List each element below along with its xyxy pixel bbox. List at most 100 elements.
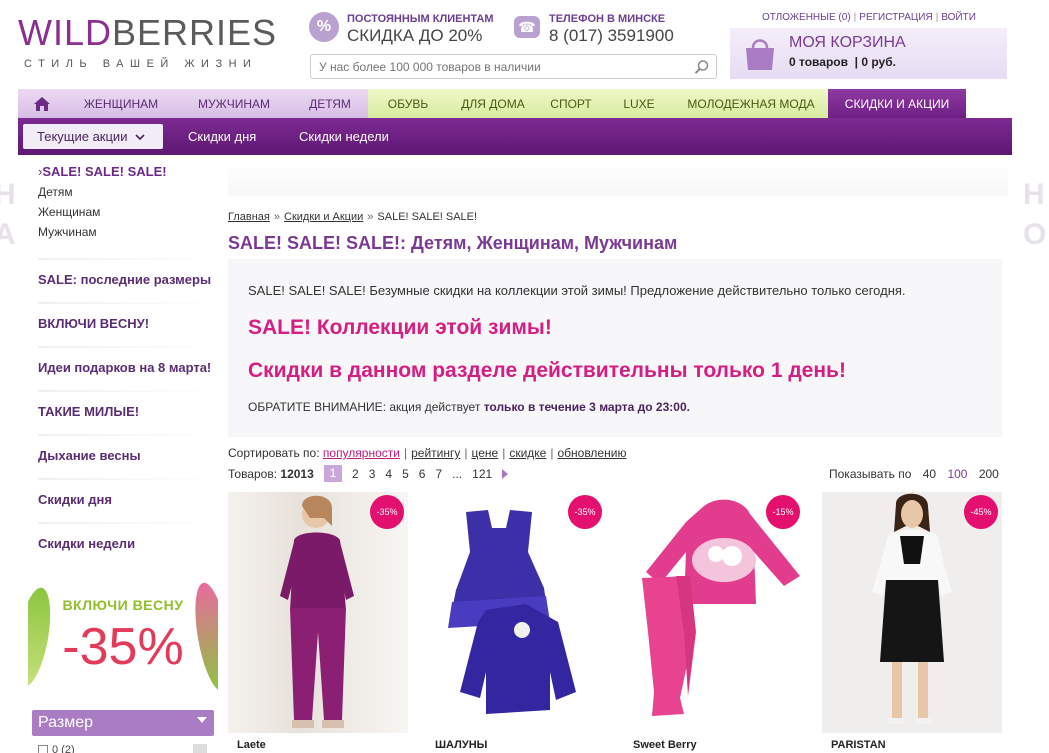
sidebar-item-deals-week[interactable]: Скидки недели <box>38 536 218 551</box>
sidebar-title[interactable]: ›SALE! SALE! SALE! <box>38 164 218 179</box>
sort-bar: Сортировать по: популярности | рейтингу | це… <box>228 446 627 460</box>
sidebar-item-cute[interactable]: ТАКИЕ МИЛЫЕ! <box>38 404 218 419</box>
page-6[interactable]: 6 <box>419 467 426 481</box>
perpage-100[interactable]: 100 <box>947 467 967 481</box>
page-title: SALE! SALE! SALE!: Детям, Женщинам, Мужч… <box>228 233 678 253</box>
sidebar-item-women[interactable]: Женщинам <box>38 205 218 219</box>
discount-badge: -15% <box>766 495 800 529</box>
sort-discount[interactable]: скидке <box>509 446 546 460</box>
tab-kids[interactable]: ДЕТЯМ <box>292 89 368 118</box>
sidebar-item-gifts[interactable]: Идеи подарков на 8 марта! <box>38 360 218 375</box>
search-input[interactable] <box>311 55 681 78</box>
size-filter-toggle[interactable]: Размер <box>32 710 214 736</box>
tab-shoes[interactable]: ОБУВЬ <box>368 89 448 118</box>
tab-luxe[interactable]: LUXE <box>604 89 674 118</box>
breadcrumb-home[interactable]: Главная <box>228 211 270 223</box>
tab-sales[interactable]: СКИДКИ И АКЦИИ <box>828 89 966 118</box>
divider <box>38 434 216 436</box>
product-card[interactable]: -15% Sweet Berry <box>624 492 804 751</box>
banner-title: ВКЛЮЧИ ВЕСНУ <box>62 597 184 613</box>
deals-of-week-link[interactable]: Скидки недели <box>299 129 389 144</box>
sidebar-item-men[interactable]: Мужчинам <box>38 225 218 239</box>
sort-popularity[interactable]: популярности <box>323 446 400 460</box>
tab-women[interactable]: ЖЕНЩИНАМ <box>66 89 176 118</box>
sidebar-item-last-sizes[interactable]: SALE: последние размеры <box>38 272 218 287</box>
promo-box: SALE! SALE! SALE! Безумные скидки на кол… <box>228 259 1002 437</box>
page-4[interactable]: 4 <box>385 467 392 481</box>
tab-sport[interactable]: СПОРТ <box>538 89 604 118</box>
sort-update[interactable]: обновлению <box>557 446 626 460</box>
divider <box>38 390 216 392</box>
product-image[interactable]: -15% <box>624 492 804 733</box>
page-7[interactable]: 7 <box>435 467 442 481</box>
chevron-down-icon <box>197 717 207 723</box>
promo-headline: SALE! Коллекции этой зимы! <box>248 316 552 339</box>
cart[interactable]: МОЯ КОРЗИНА 0 товаров | 0 руб. <box>730 28 1007 79</box>
scrollbar[interactable] <box>193 744 207 753</box>
discount-badge: -35% <box>370 495 404 529</box>
main-nav: ЖЕНЩИНАМ МУЖЧИНАМ ДЕТЯМ ОБУВЬ ДЛЯ ДОМА С… <box>18 89 1012 118</box>
discount-badge: -35% <box>568 495 602 529</box>
product-card[interactable]: -35% Laete <box>228 492 408 751</box>
spring-banner[interactable]: ВКЛЮЧИ ВЕСНУ -35% <box>28 577 218 699</box>
perpage-200[interactable]: 200 <box>979 467 999 481</box>
search-box <box>310 54 717 79</box>
next-page-icon[interactable] <box>502 468 509 479</box>
page-3[interactable]: 3 <box>369 467 376 481</box>
home-icon <box>34 97 50 111</box>
product-card[interactable]: -45% PARISTAN <box>822 492 1002 751</box>
checkbox[interactable] <box>38 745 48 753</box>
phone-icon: ☎ <box>514 16 540 38</box>
sidebar-item-spring[interactable]: ВКЛЮЧИ ВЕСНУ! <box>38 316 218 331</box>
size-filter-label: Размер <box>38 714 93 731</box>
perpage-40[interactable]: 40 <box>923 467 936 481</box>
discount-badge: -45% <box>964 495 998 529</box>
deals-of-day-link[interactable]: Скидки дня <box>188 129 256 144</box>
page-last[interactable]: 121 <box>472 467 492 481</box>
sidebar-item-spring-breath[interactable]: Дыхание весны <box>38 448 218 463</box>
home-tab[interactable] <box>18 89 66 118</box>
product-image[interactable]: -45% <box>822 492 1002 733</box>
promo-headline-2: Скидки в данном разделе действительны то… <box>248 359 846 382</box>
tab-men[interactable]: МУЖЧИНАМ <box>176 89 292 118</box>
product-image[interactable]: -35% <box>228 492 408 733</box>
login-link[interactable]: ВОЙТИ <box>941 12 976 23</box>
page-2[interactable]: 2 <box>352 467 359 481</box>
size-option[interactable]: 0 (2) <box>38 744 75 753</box>
cart-title: МОЯ КОРЗИНА <box>789 34 906 51</box>
tagline: СТИЛЬ ВАШЕЙ ЖИЗНИ <box>24 58 258 70</box>
sub-nav: Текущие акции Скидки дня Скидки недели <box>18 118 1012 155</box>
divider <box>38 522 216 524</box>
sidebar-item-deals-day[interactable]: Скидки дня <box>38 492 218 507</box>
promo-text: SALE! SALE! SALE! Безумные скидки на кол… <box>248 283 906 298</box>
side-decoration: HO <box>1023 178 1047 251</box>
sort-price[interactable]: цене <box>472 446 499 460</box>
page-1[interactable]: 1 <box>324 465 342 482</box>
current-promos-dropdown[interactable]: Текущие акции <box>23 124 163 149</box>
product-count: Товаров: 12013 <box>228 467 314 481</box>
sort-rating[interactable]: рейтингу <box>411 446 460 460</box>
banner-discount: -35% <box>62 618 184 676</box>
logo[interactable]: WILDBERRIES <box>18 12 277 54</box>
product-image[interactable]: -35% <box>426 492 606 733</box>
promo-title: ПОСТОЯННЫМ КЛИЕНТАМ <box>347 13 494 25</box>
product-brand[interactable]: Sweet Berry <box>624 739 804 751</box>
divider <box>38 302 216 304</box>
sidebar-category: ›SALE! SALE! SALE! Детям Женщинам Мужчин… <box>38 164 218 239</box>
breadcrumb: Главная» Скидки и Акции» SALE! SALE! SALE! <box>228 211 478 223</box>
register-link[interactable]: РЕГИСТРАЦИЯ <box>859 12 932 23</box>
tab-home[interactable]: ДЛЯ ДОМА <box>448 89 538 118</box>
product-brand[interactable]: ШАЛУНЫ <box>426 739 606 751</box>
per-page: Показывать по 40 100 200 <box>829 467 999 481</box>
search-icon[interactable] <box>694 59 710 75</box>
page-5[interactable]: 5 <box>402 467 409 481</box>
shopping-bag-icon <box>746 39 774 70</box>
product-brand[interactable]: Laete <box>228 739 408 751</box>
breadcrumb-sales[interactable]: Скидки и Акции <box>284 211 363 223</box>
product-brand[interactable]: PARISTAN <box>822 739 1002 751</box>
tab-youth[interactable]: МОЛОДЕЖНАЯ МОДА <box>674 89 828 118</box>
sidebar-item-kids[interactable]: Детям <box>38 185 218 199</box>
deferred-link[interactable]: ОТЛОЖЕННЫЕ (0) <box>762 12 851 23</box>
top-links: ОТЛОЖЕННЫЕ (0) | РЕГИСТРАЦИЯ | ВОЙТИ <box>762 12 976 23</box>
product-card[interactable]: -35% ШАЛУНЫ <box>426 492 606 751</box>
